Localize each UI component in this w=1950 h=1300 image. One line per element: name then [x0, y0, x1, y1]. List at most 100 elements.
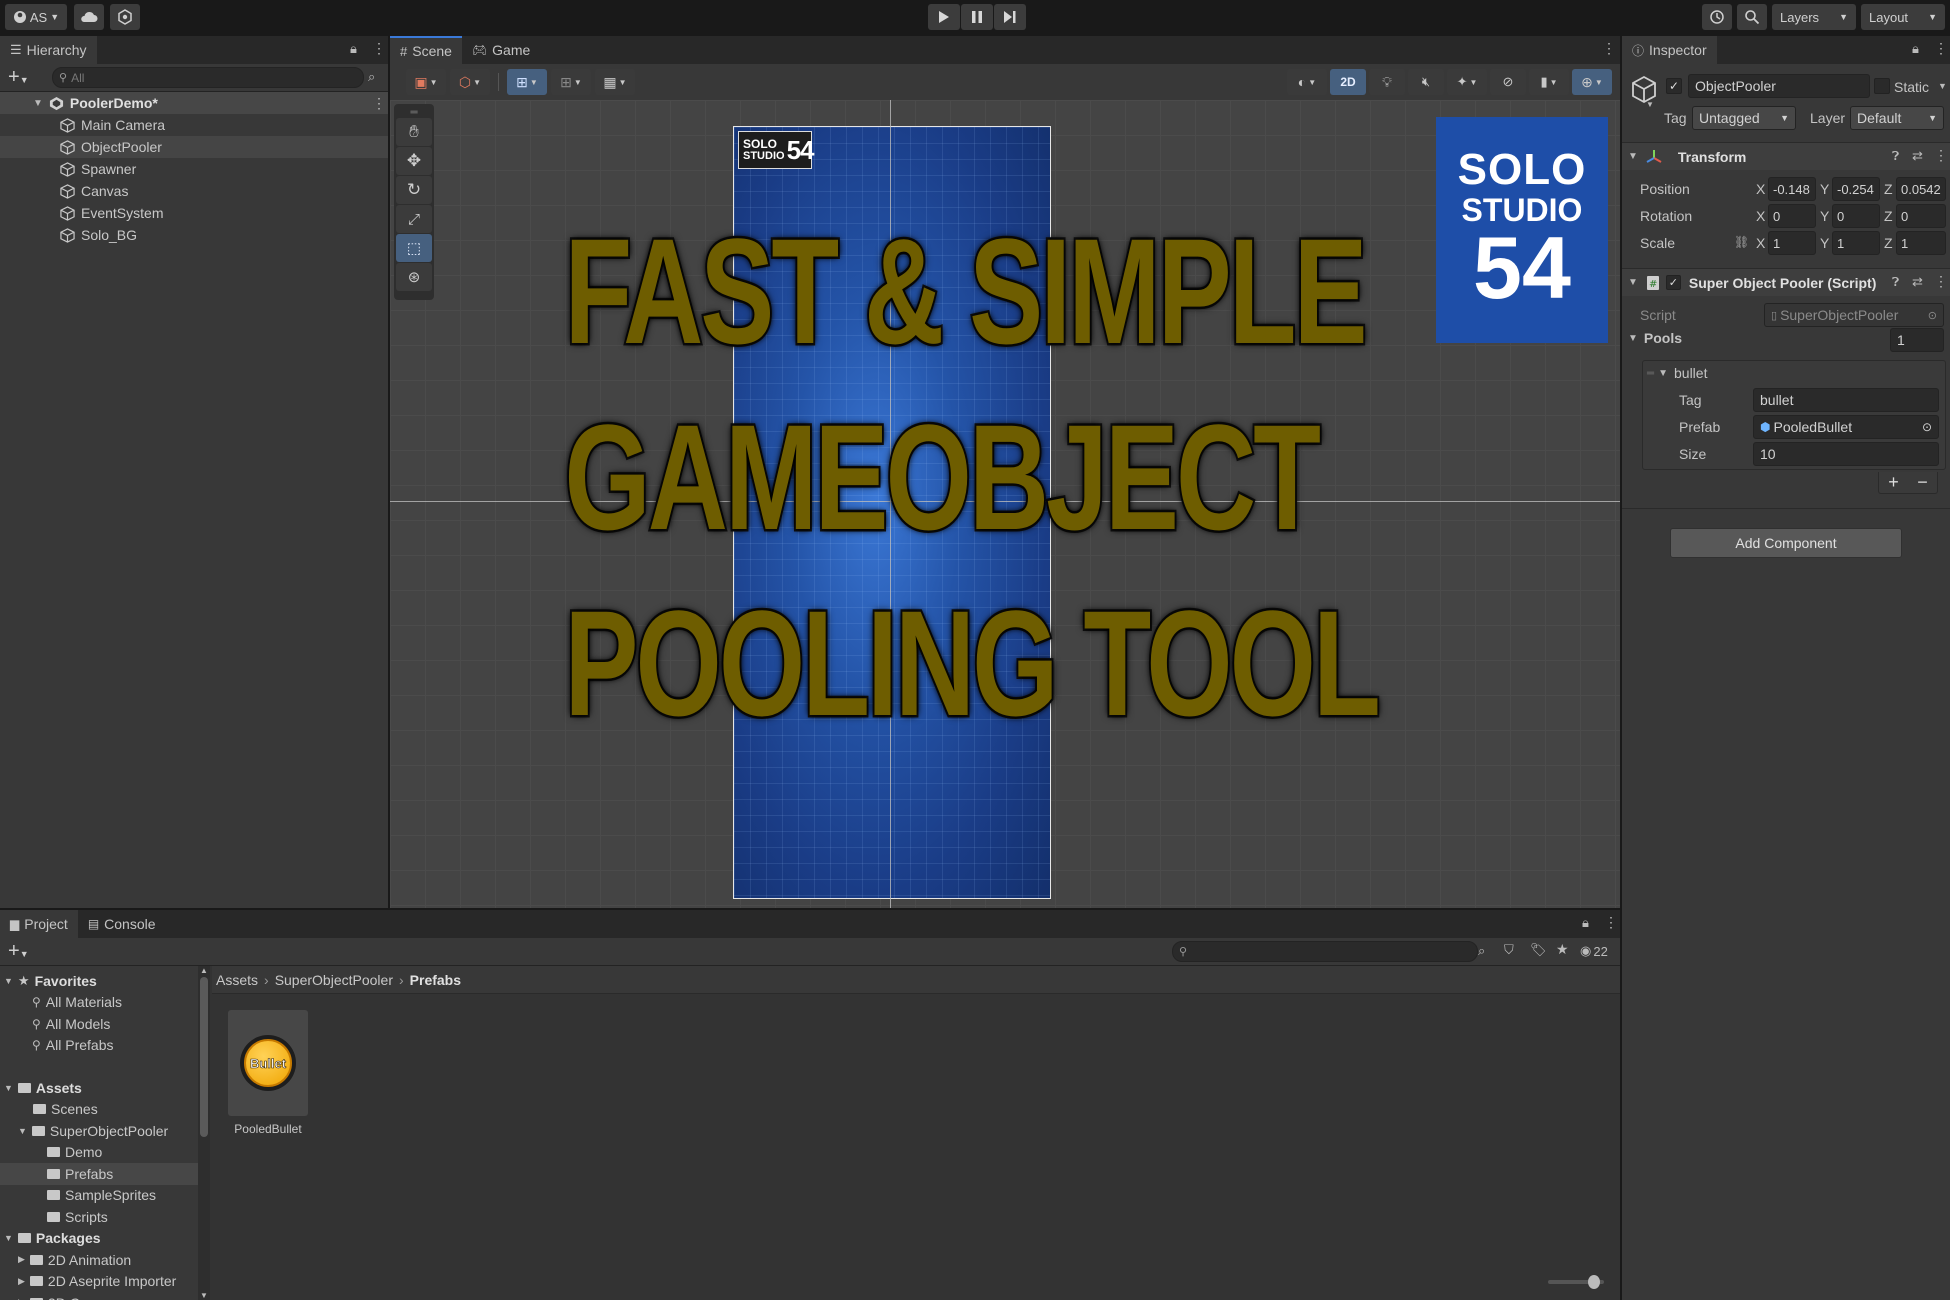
- tree-folder[interactable]: Scenes: [0, 1099, 198, 1121]
- shading-dropdown[interactable]: ◐ ▼: [1287, 69, 1327, 95]
- filter-by-label-icon[interactable]: 🏷︎: [1530, 942, 1547, 958]
- move-tool[interactable]: ✥: [396, 147, 432, 175]
- project-search-input[interactable]: ⚲: [1172, 941, 1478, 962]
- component-enabled-checkbox[interactable]: ✓: [1665, 275, 1681, 290]
- breadcrumb-prefabs[interactable]: Prefabs: [410, 972, 461, 988]
- account-button[interactable]: AS ▼: [5, 4, 67, 30]
- tree-assets[interactable]: ▼ Assets: [0, 1077, 198, 1099]
- pools-count-field[interactable]: 1: [1890, 328, 1944, 352]
- pause-button[interactable]: [961, 4, 993, 30]
- hierarchy-item[interactable]: EventSystem: [0, 202, 388, 224]
- tree-folder[interactable]: SampleSprites: [0, 1185, 198, 1207]
- tree-folder[interactable]: Prefabs: [0, 1163, 198, 1185]
- rect-tool[interactable]: ⬚: [396, 234, 432, 262]
- more-options-icon[interactable]: ⋮: [372, 40, 386, 57]
- increment-snap-toggle[interactable]: ▦ ▼: [595, 69, 635, 95]
- search-button[interactable]: [1737, 4, 1767, 30]
- remove-element-button[interactable]: −: [1917, 472, 1928, 493]
- lock-icon[interactable]: 🔒︎: [1912, 41, 1919, 57]
- help-icon[interactable]: ❓︎: [1892, 149, 1899, 164]
- pools-foldout[interactable]: ▼ Pools: [1628, 330, 1682, 346]
- hierarchy-item[interactable]: Spawner: [0, 158, 388, 180]
- tree-scrollbar[interactable]: ▲ ▼: [198, 966, 210, 1300]
- favorite-star-icon[interactable]: ★: [1556, 941, 1569, 958]
- lighting-toggle[interactable]: 💡︎: [1369, 69, 1405, 95]
- more-options-icon[interactable]: ⋮: [1934, 273, 1948, 290]
- transform-tool[interactable]: ⊛: [396, 263, 432, 291]
- effects-dropdown[interactable]: ✦ ▼: [1447, 69, 1487, 95]
- tree-favorite-item[interactable]: ⚲ All Prefabs: [0, 1035, 198, 1057]
- collab-button[interactable]: [110, 4, 140, 30]
- draw-mode-dropdown[interactable]: ▣ ▼: [406, 69, 446, 95]
- element-prefab-field[interactable]: ⬢ PooledBullet ⊙: [1753, 415, 1939, 439]
- scene-viewport[interactable]: SOLO STUDIO 54 FAST & SIMPLE GAMEOBJECT PO…: [390, 100, 1620, 908]
- gizmos-dropdown[interactable]: ⊕ ▼: [1572, 69, 1612, 95]
- step-button[interactable]: [994, 4, 1026, 30]
- transform-x-field[interactable]: 0: [1768, 204, 1816, 228]
- more-options-icon[interactable]: ⋮: [1604, 914, 1618, 931]
- tree-folder[interactable]: ▼ SuperObjectPooler: [0, 1120, 198, 1142]
- chevron-down-icon[interactable]: ▼: [1938, 81, 1947, 91]
- more-options-icon[interactable]: ⋮: [372, 95, 386, 112]
- transform-z-field[interactable]: 1: [1896, 231, 1946, 255]
- transform-y-field[interactable]: 0: [1832, 204, 1880, 228]
- camera-dropdown[interactable]: ▮ ▼: [1529, 69, 1569, 95]
- tree-package[interactable]: ▶ 2D Aseprite Importer: [0, 1271, 198, 1293]
- object-picker-icon[interactable]: ⊙: [1922, 420, 1932, 434]
- layers-dropdown[interactable]: Layers ▼: [1772, 4, 1856, 30]
- tree-favorites[interactable]: ▼ ★ Favorites: [0, 970, 198, 992]
- tab-inspector[interactable]: ⓘ Inspector: [1622, 36, 1717, 64]
- render-mode-dropdown[interactable]: ⬡ ▼: [450, 69, 490, 95]
- hierarchy-item[interactable]: ObjectPooler: [0, 136, 388, 158]
- presets-icon[interactable]: ⇄: [1912, 274, 1923, 290]
- breadcrumb-assets[interactable]: Assets: [216, 972, 258, 988]
- tree-package[interactable]: ▶2D Common: [0, 1292, 198, 1300]
- component-header[interactable]: ▼ # ✓ Super Object Pooler (Script) ❓︎ ⇄ …: [1622, 268, 1950, 296]
- active-checkbox[interactable]: ✓: [1666, 78, 1682, 94]
- transform-y-field[interactable]: 1: [1832, 231, 1880, 255]
- hand-tool[interactable]: ✋︎: [396, 118, 432, 146]
- tree-favorite-item[interactable]: ⚲ All Models: [0, 1013, 198, 1035]
- filter-by-type-icon[interactable]: ⛉: [1504, 942, 1514, 958]
- snap-toggle[interactable]: ⊞ ▼: [551, 69, 591, 95]
- transform-z-field[interactable]: 0.0542: [1896, 177, 1946, 201]
- tab-game[interactable]: 🎮︎ Game: [462, 36, 540, 64]
- tree-favorite-item[interactable]: ⚲ All Materials: [0, 992, 198, 1014]
- element-tag-field[interactable]: bullet: [1753, 388, 1939, 412]
- hierarchy-search-input[interactable]: ⚲ All: [52, 67, 364, 88]
- grid-toggle[interactable]: ⊞ ▼: [507, 69, 547, 95]
- scene-root[interactable]: ▼ PoolerDemo* ⋮: [0, 92, 388, 114]
- tag-dropdown[interactable]: Untagged ▼: [1692, 106, 1796, 130]
- search-by-type-icon[interactable]: ⌕: [1478, 943, 1485, 959]
- asset-item[interactable]: Bullet PooledBullet: [228, 1010, 308, 1136]
- hierarchy-item[interactable]: Canvas: [0, 180, 388, 202]
- scroll-up-arrow[interactable]: ▲: [198, 966, 210, 975]
- object-name-field[interactable]: ObjectPooler: [1688, 74, 1870, 98]
- add-element-button[interactable]: +: [1888, 472, 1899, 493]
- hierarchy-item[interactable]: Main Camera: [0, 114, 388, 136]
- zoom-slider-thumb[interactable]: [1588, 1275, 1600, 1289]
- tab-hierarchy[interactable]: ☰ Hierarchy: [0, 36, 97, 64]
- breadcrumb-superobjectpooler[interactable]: SuperObjectPooler: [275, 972, 393, 988]
- tree-folder[interactable]: Scripts: [0, 1206, 198, 1228]
- tree-package[interactable]: ▶ 2D Animation: [0, 1249, 198, 1271]
- tab-project[interactable]: ▆ Project: [0, 910, 78, 938]
- mode-2d-toggle[interactable]: 2D: [1330, 69, 1366, 95]
- add-object-button[interactable]: +▼: [8, 66, 29, 89]
- hidden-packages-toggle[interactable]: ◉ 22: [1580, 943, 1608, 959]
- search-options-icon[interactable]: ⌕: [368, 69, 375, 85]
- drag-handle[interactable]: ═: [396, 106, 432, 118]
- tab-scene[interactable]: # Scene: [390, 36, 462, 64]
- static-checkbox[interactable]: [1874, 78, 1890, 94]
- zoom-slider[interactable]: [1548, 1275, 1604, 1289]
- element-size-field[interactable]: 10: [1753, 442, 1939, 466]
- transform-y-field[interactable]: -0.254: [1832, 177, 1880, 201]
- layer-dropdown[interactable]: Default ▼: [1850, 106, 1944, 130]
- transform-z-field[interactable]: 0: [1896, 204, 1946, 228]
- pool-element-header[interactable]: ═ ▼ bullet: [1647, 365, 1707, 381]
- scroll-down-arrow[interactable]: ▼: [198, 1291, 210, 1300]
- transform-x-field[interactable]: -0.148: [1768, 177, 1816, 201]
- add-component-button[interactable]: Add Component: [1670, 528, 1902, 558]
- visibility-toggle[interactable]: ⊘: [1490, 69, 1526, 95]
- more-options-icon[interactable]: ⋮: [1934, 147, 1948, 164]
